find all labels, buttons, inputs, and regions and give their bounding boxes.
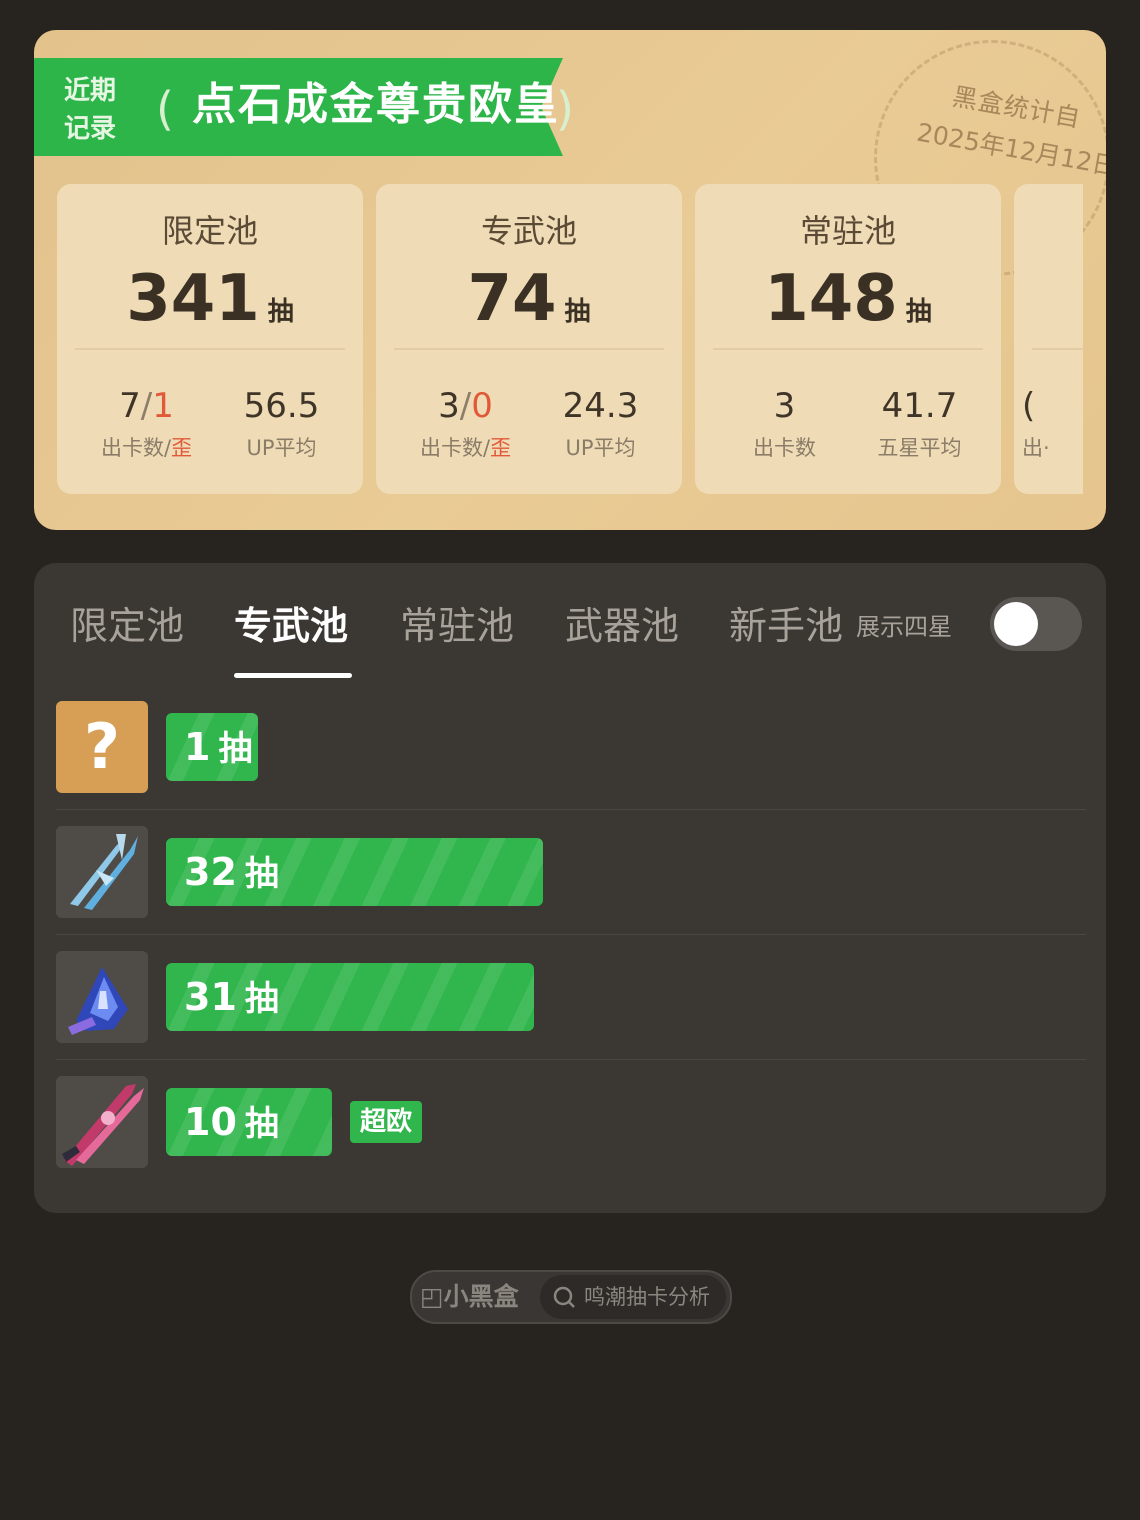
stat-cards-count: 3: [708, 386, 861, 426]
brand-name: 小黑盒: [443, 1282, 519, 1311]
slash: /: [140, 386, 153, 426]
stat-card-standard[interactable]: 常驻池 148 抽 3 41.7 出卡数 五星平均: [695, 184, 1001, 494]
search-text: 鸣潮抽卡分析: [584, 1285, 710, 1309]
search-icon: [553, 1286, 575, 1308]
pull-count-label: 31 抽: [184, 963, 279, 1031]
pull-unit: 抽: [244, 1104, 279, 1144]
stat-average: 56.5: [243, 386, 320, 426]
divider: [394, 348, 664, 350]
blue-gauntlet-icon: [56, 951, 148, 1043]
achievement-title: 点石成金尊贵欧皇: [192, 79, 560, 130]
laurel-right-icon: ): [556, 82, 574, 136]
caption-main: 出卡数/: [100, 436, 172, 460]
laurel-left-icon: (: [156, 82, 174, 136]
lost-count: 1: [152, 386, 174, 426]
show-four-star-toggle[interactable]: [990, 597, 1082, 651]
tab-weapon[interactable]: 武器池: [565, 595, 679, 650]
stat-unit: 抽: [564, 297, 591, 327]
summary-card: 黑盒统计自 2025年12月12日 近期 记录 ( 点石成金尊贵欧皇 ) 限定池…: [34, 30, 1106, 530]
row-divider: [56, 809, 1086, 810]
caption-red: 歪: [171, 436, 193, 460]
tab-weapon-event[interactable]: 专武池: [234, 595, 348, 650]
pull-count-bar: 32 抽: [166, 838, 543, 906]
pull-history-panel: 限定池 专武池 常驻池 武器池 新手池 展示四星 ? 1抽 32 抽 31 抽 …: [34, 563, 1106, 1213]
pull-row[interactable]: 32 抽: [56, 824, 1086, 920]
stat-cards-count: 3/0: [389, 386, 542, 426]
pull-row[interactable]: 10 抽 超欧: [56, 1074, 1086, 1170]
cards-count: 3: [773, 386, 796, 426]
tab-limited[interactable]: 限定池: [70, 595, 184, 650]
blue-sword-icon: [56, 826, 148, 918]
cards-count: 3: [438, 386, 460, 426]
divider: [1032, 348, 1083, 350]
pull-count: 32: [184, 850, 237, 894]
recent-record-tag: 近期 记录: [64, 72, 128, 148]
pull-row[interactable]: ? 1抽: [56, 699, 1086, 795]
tab-standard[interactable]: 常驻池: [400, 595, 514, 650]
row-divider: [56, 1059, 1086, 1060]
stat-card-partial[interactable]: ( 出·: [1014, 184, 1083, 494]
tab-beginner[interactable]: 新手池: [729, 595, 843, 650]
stat-average: 24.3: [562, 386, 639, 426]
divider: [75, 348, 345, 350]
pull-count-label: 10 抽: [184, 1088, 279, 1156]
unknown-icon: ?: [56, 701, 148, 793]
caption-red: 歪: [490, 436, 512, 460]
pull-count: 31: [184, 975, 237, 1019]
search-pill: 鸣潮抽卡分析: [540, 1275, 726, 1319]
pull-unit: 抽: [244, 854, 279, 894]
tag-line-2: 记录: [64, 114, 117, 144]
pull-count-label: 1抽: [184, 713, 252, 781]
stat-title: 专武池: [480, 212, 577, 250]
stat-title: 限定池: [161, 212, 258, 250]
tag-line-1: 近期: [64, 76, 117, 106]
stat-total-value: 341: [126, 262, 260, 336]
slash: /: [459, 386, 472, 426]
active-tab-indicator: [234, 673, 352, 678]
row-divider: [56, 934, 1086, 935]
pink-sword-icon: [56, 1076, 148, 1168]
stat-unit: 抽: [267, 297, 294, 327]
pull-unit: 抽: [218, 729, 253, 769]
stat-average: 41.7: [881, 386, 958, 426]
caption-main: 出卡数/: [419, 436, 491, 460]
pull-count: 10: [184, 1100, 237, 1144]
stat-caption-average: UP平均: [565, 436, 636, 460]
toggle-knob: [994, 602, 1038, 646]
stat-total: 341 抽: [57, 262, 363, 336]
stat-card-limited[interactable]: 限定池 341 抽 7/1 56.5 出卡数/歪 UP平均: [57, 184, 363, 494]
lost-count: 0: [471, 386, 493, 426]
stat-title: 常驻池: [799, 212, 896, 250]
brand-logo: ◰小黑盒: [420, 1272, 519, 1322]
pull-unit: 抽: [244, 979, 279, 1019]
show-four-star-label: 展示四星: [856, 613, 952, 641]
stat-total: 148 抽: [695, 262, 1001, 336]
divider: [713, 348, 983, 350]
pull-count-bar: 1抽: [166, 713, 258, 781]
stat-caption-count: 出卡数: [753, 436, 816, 460]
stat-cards-count: 7/1: [70, 386, 223, 426]
stat-cards: 限定池 341 抽 7/1 56.5 出卡数/歪 UP平均 专武池 74 抽 3/0…: [57, 184, 1083, 496]
pull-count-bar: 10 抽: [166, 1088, 332, 1156]
stat-caption-count: 出卡数/歪: [70, 432, 223, 462]
super-lucky-badge: 超欧: [350, 1101, 423, 1143]
stat-card-weapon-event[interactable]: 专武池 74 抽 3/0 24.3 出卡数/歪 UP平均: [376, 184, 682, 494]
stat-total-value: 74: [467, 262, 557, 336]
cards-count: 7: [119, 386, 141, 426]
stat-cards-count: (: [1022, 386, 1036, 426]
footer-watermark: ◰小黑盒 鸣潮抽卡分析: [410, 1270, 732, 1324]
stat-caption-count: 出·: [1022, 436, 1050, 460]
stat-unit: 抽: [905, 297, 932, 327]
stat-caption-average: 五星平均: [877, 436, 962, 460]
stat-caption-count: 出卡数/歪: [389, 432, 542, 462]
pull-count: 1: [184, 725, 211, 769]
pull-count-bar: 31 抽: [166, 963, 534, 1031]
stat-total: 74 抽: [376, 262, 682, 336]
pull-count-label: 32 抽: [184, 838, 279, 906]
box-logo-icon: ◰: [420, 1282, 444, 1311]
stat-total-value: 148: [764, 262, 898, 336]
pull-row[interactable]: 31 抽: [56, 949, 1086, 1045]
stat-caption-average: UP平均: [246, 436, 317, 460]
